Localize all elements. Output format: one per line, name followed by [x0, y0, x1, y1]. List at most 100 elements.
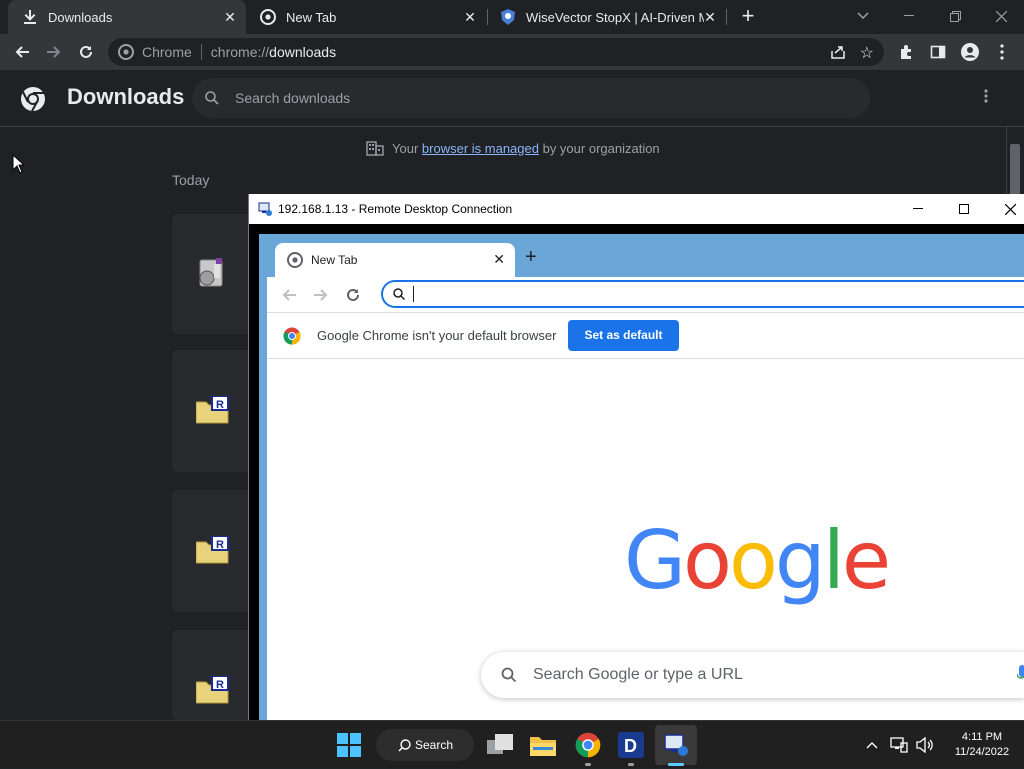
managed-link[interactable]: browser is managed [422, 141, 539, 156]
remote-tab-label: New Tab [311, 253, 358, 267]
managed-prefix: Your [392, 140, 419, 156]
tab-new-tab[interactable]: New Tab ✕ [246, 0, 486, 34]
tab-search-button[interactable] [840, 0, 886, 32]
download-card[interactable]: R [172, 350, 252, 472]
d-app-icon[interactable]: D [613, 727, 649, 763]
close-tab-icon[interactable]: ✕ [462, 9, 478, 25]
google-logo: Google [624, 514, 891, 607]
remote-new-tab-button[interactable]: + [525, 246, 537, 269]
google-search-box[interactable]: Search Google or type a URL [481, 652, 1024, 698]
chrome-icon [260, 9, 276, 25]
extensions-icon[interactable] [892, 38, 920, 66]
clock-time: 4:11 PM [961, 731, 1003, 743]
forward-button[interactable] [313, 287, 329, 308]
google-letter: G [624, 514, 686, 607]
url-host: downloads [269, 44, 337, 60]
bookmark-star-icon[interactable]: ☆ [860, 43, 874, 63]
back-button[interactable] [8, 38, 36, 66]
chrome-icon [287, 252, 303, 268]
downloads-search-input[interactable]: Search downloads [192, 78, 870, 118]
menu-kebab-icon[interactable] [988, 38, 1016, 66]
rdp-title-bar[interactable]: 192.168.1.13 - Remote Desktop Connection [249, 194, 1024, 224]
svg-text:D: D [624, 736, 637, 756]
address-bar[interactable]: Chrome chrome://downloads ☆ [108, 38, 884, 66]
file-explorer-icon[interactable] [525, 727, 561, 763]
taskbar-search-button[interactable]: Search [376, 729, 474, 761]
remote-toolbar [267, 277, 1024, 313]
rdp-file-icon: R [195, 535, 230, 569]
chrome-taskbar-icon[interactable] [570, 727, 606, 763]
close-tab-icon[interactable]: ✕ [222, 9, 238, 25]
reload-button[interactable] [72, 38, 100, 66]
tab-wisevector[interactable]: WiseVector StopX | AI-Driven Ma ✕ [486, 0, 726, 34]
browser-toolbar: Chrome chrome://downloads ☆ [0, 34, 1024, 70]
close-tab-icon[interactable]: ✕ [493, 251, 505, 268]
chrome-logo-icon [20, 86, 46, 117]
rdp-app-icon [258, 202, 272, 216]
downloads-menu-icon[interactable] [984, 88, 988, 109]
chrome-color-icon [283, 327, 301, 345]
tab-downloads[interactable]: Downloads ✕ [8, 0, 246, 34]
search-icon [501, 667, 517, 683]
page-title: Downloads [67, 84, 185, 109]
close-tab-icon[interactable]: ✕ [702, 9, 718, 25]
taskbar: Search D 4:11 PM 11/24/2022 [0, 720, 1024, 768]
profile-icon[interactable] [956, 38, 984, 66]
tab-label: Downloads [48, 9, 113, 25]
reload-button[interactable] [345, 287, 361, 308]
minimize-button[interactable] [886, 0, 932, 32]
search-placeholder: Search downloads [235, 90, 351, 106]
restore-button[interactable] [932, 0, 978, 32]
chrome-icon [118, 44, 134, 60]
download-icon [22, 9, 38, 25]
set-as-default-button[interactable]: Set as default [568, 320, 679, 351]
building-icon [366, 140, 384, 156]
omnibox-divider [200, 44, 202, 60]
search-icon [205, 91, 219, 105]
system-tray [866, 721, 934, 769]
rdp-file-icon: R [195, 395, 230, 429]
google-letter: g [774, 514, 826, 607]
microphone-icon[interactable] [1017, 665, 1024, 685]
rdp-close-button[interactable] [987, 194, 1024, 224]
back-button[interactable] [281, 287, 297, 308]
rdp-maximize-button[interactable] [941, 194, 987, 224]
taskbar-search-label: Search [415, 738, 454, 752]
section-label: Today [172, 172, 210, 188]
rdp-title: 192.168.1.13 - Remote Desktop Connection [278, 202, 513, 216]
google-letter: o [683, 514, 732, 607]
wisevector-icon [500, 9, 516, 25]
remote-chrome-window[interactable]: New Tab ✕ + Google Chrome isn't your def… [259, 234, 1024, 720]
rdp-minimize-button[interactable] [895, 194, 941, 224]
remote-desktop-window[interactable]: 192.168.1.13 - Remote Desktop Connection… [248, 194, 1024, 720]
chevron-up-icon[interactable] [866, 741, 878, 749]
mouse-cursor-icon [12, 153, 26, 179]
network-icon[interactable] [890, 737, 908, 753]
forward-button[interactable] [40, 38, 68, 66]
new-tab-button[interactable]: + [736, 5, 760, 28]
task-view-icon[interactable] [482, 727, 518, 763]
svg-text:R: R [216, 539, 224, 551]
close-window-button[interactable] [978, 0, 1024, 32]
start-button[interactable] [331, 727, 367, 763]
remote-address-bar[interactable] [381, 280, 1024, 308]
volume-icon[interactable] [916, 737, 934, 753]
default-browser-infobar: Google Chrome isn't your default browser… [267, 313, 1024, 359]
side-panel-icon[interactable] [924, 38, 952, 66]
running-indicator [585, 763, 591, 766]
share-icon[interactable] [830, 44, 846, 60]
tab-strip: Downloads ✕ New Tab ✕ WiseVector StopX |… [0, 0, 1024, 34]
text-caret [413, 286, 414, 302]
managed-notice: Your browser is managed by your organiza… [366, 140, 660, 156]
download-card[interactable]: R [172, 490, 252, 612]
infobar-text: Google Chrome isn't your default browser [317, 328, 557, 343]
taskbar-clock[interactable]: 4:11 PM 11/24/2022 [944, 730, 1020, 760]
site-chip: Chrome [142, 44, 192, 60]
download-card[interactable]: R [172, 630, 252, 720]
remote-window-edge [259, 277, 267, 720]
remote-desktop-taskbar-icon[interactable] [658, 727, 694, 763]
remote-tab-new-tab[interactable]: New Tab ✕ [275, 243, 515, 277]
managed-suffix: by your organization [542, 140, 660, 156]
search-icon [398, 738, 411, 752]
download-card[interactable] [172, 214, 252, 334]
